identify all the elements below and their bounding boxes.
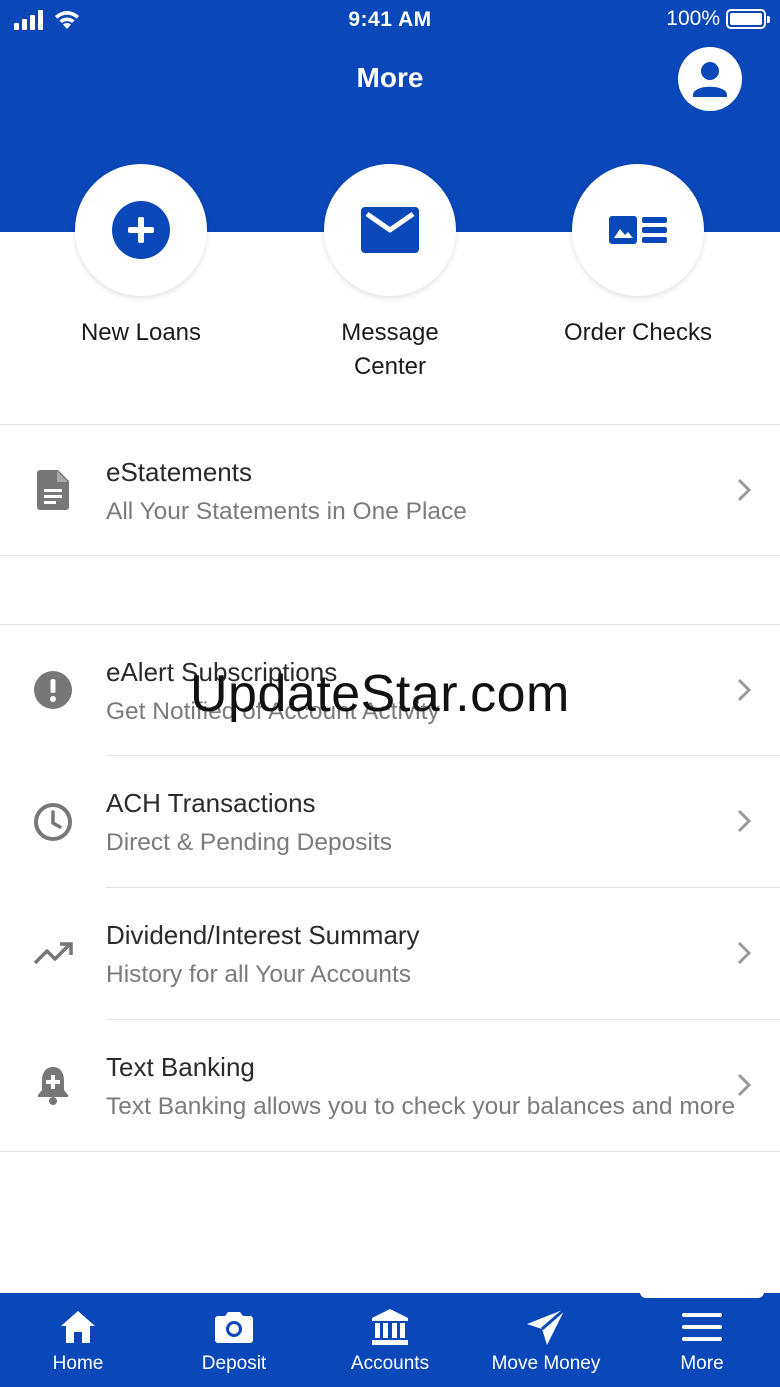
tab-home[interactable]: Home — [0, 1293, 156, 1387]
tab-label: Deposit — [201, 1353, 267, 1374]
divider — [0, 1151, 780, 1152]
order-checks-circle — [572, 164, 704, 296]
tab-more[interactable]: More — [624, 1293, 780, 1387]
profile-button[interactable] — [678, 47, 742, 111]
bell-plus-icon — [32, 1064, 74, 1106]
send-icon — [468, 1307, 624, 1347]
chevron-right-icon — [737, 678, 752, 702]
battery-percentage: 100% — [666, 7, 720, 30]
tab-label: Move Money — [491, 1353, 601, 1374]
row-subtitle: Direct & Pending Deposits — [106, 829, 392, 856]
row-title: ACH Transactions — [106, 788, 316, 818]
envelope-icon — [361, 207, 419, 253]
alert-circle-icon — [32, 669, 74, 711]
order-checks-button[interactable]: Order Checks — [543, 164, 733, 350]
person-icon — [693, 62, 727, 97]
row-title: Dividend/Interest Summary — [106, 920, 420, 950]
new-loans-circle — [75, 164, 207, 296]
page-title: More — [356, 62, 424, 93]
divider — [0, 555, 780, 556]
list-item-dividend-interest-summary[interactable]: Dividend/Interest Summary History for al… — [0, 888, 780, 1019]
row-subtitle: All Your Statements in One Place — [106, 498, 467, 525]
tab-label: Home — [52, 1353, 104, 1374]
tab-accounts[interactable]: Accounts — [312, 1293, 468, 1387]
active-tab-indicator — [640, 1286, 764, 1298]
bottom-tab-bar: Home Deposit Accounts Move Money More — [0, 1293, 780, 1387]
chevron-right-icon — [737, 941, 752, 965]
status-bar: 9:41 AM 100% — [0, 0, 780, 40]
list-item-ach-transactions[interactable]: ACH Transactions Direct & Pending Deposi… — [0, 756, 780, 887]
document-icon — [32, 469, 74, 511]
message-center-circle — [324, 164, 456, 296]
camera-icon — [156, 1307, 312, 1347]
row-title: Text Banking — [106, 1052, 255, 1082]
home-icon — [0, 1307, 156, 1347]
menu-icon — [624, 1307, 780, 1347]
tab-label: Accounts — [350, 1353, 430, 1374]
bank-icon — [312, 1307, 468, 1347]
row-title: eStatements — [106, 457, 252, 487]
tab-deposit[interactable]: Deposit — [156, 1293, 312, 1387]
status-time: 9:41 AM — [348, 8, 432, 31]
tab-label: More — [680, 1353, 724, 1374]
list-item-estatements[interactable]: eStatements All Your Statements in One P… — [0, 425, 780, 556]
new-loans-button[interactable]: New Loans — [46, 164, 236, 350]
clock-icon — [32, 801, 74, 843]
new-loans-label: New Loans — [80, 319, 202, 346]
row-subtitle: Text Banking allows you to check your ba… — [106, 1093, 736, 1120]
trending-up-icon — [32, 933, 74, 975]
plus-circle-icon — [112, 201, 170, 259]
chevron-right-icon — [737, 478, 752, 502]
check-card-icon — [609, 216, 667, 244]
chevron-right-icon — [737, 1073, 752, 1097]
watermark-text: UpdateStar.com — [190, 665, 570, 723]
status-right: 100% — [666, 7, 770, 31]
row-subtitle: History for all Your Accounts — [106, 961, 412, 988]
message-center-label: Message Center — [341, 319, 439, 380]
chevron-right-icon — [737, 809, 752, 833]
tab-move-money[interactable]: Move Money — [468, 1293, 624, 1387]
order-checks-label: Order Checks — [563, 319, 713, 346]
battery-icon — [726, 9, 770, 29]
message-center-button[interactable]: Message Center — [295, 164, 485, 384]
list-item-text-banking[interactable]: Text Banking Text Banking allows you to … — [0, 1020, 780, 1151]
